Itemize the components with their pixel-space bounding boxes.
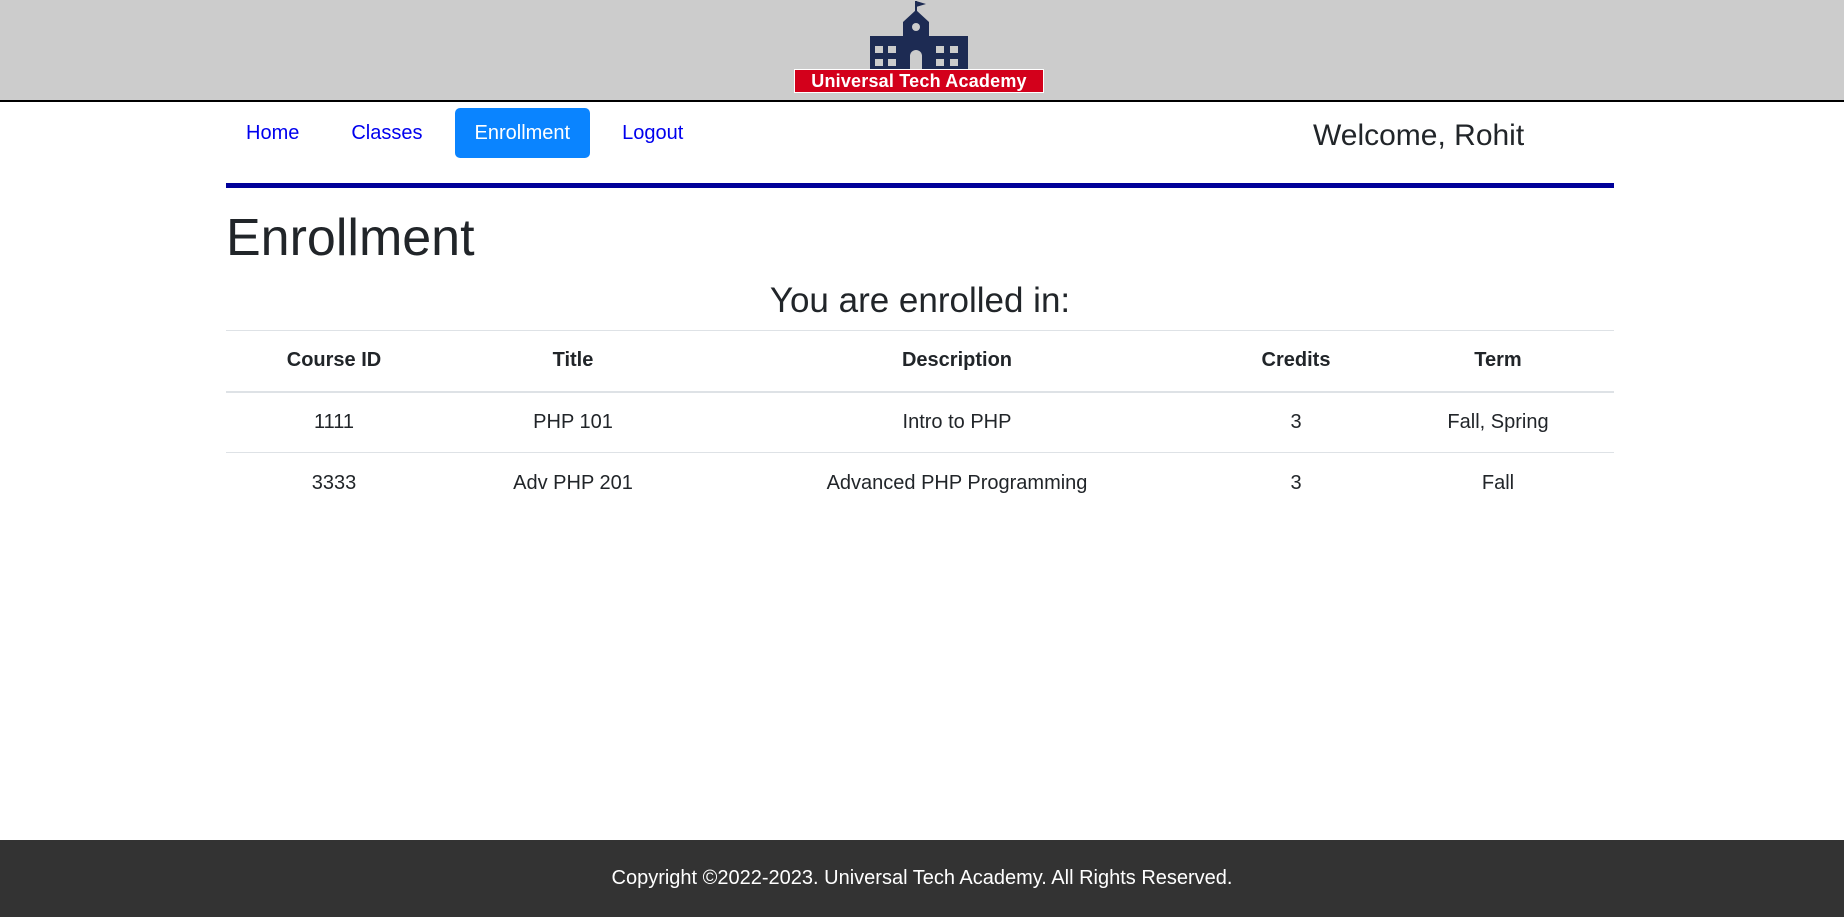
cell-term: Fall, Spring xyxy=(1382,391,1614,453)
cell-course-id: 1111 xyxy=(226,391,442,453)
col-term: Term xyxy=(1382,330,1614,393)
cell-credits: 3 xyxy=(1210,391,1382,453)
site-footer: Copyright ©2022-2023. Universal Tech Aca… xyxy=(0,840,1844,917)
table-row: 3333 Adv PHP 201 Advanced PHP Programmin… xyxy=(226,452,1614,514)
col-title: Title xyxy=(442,330,704,393)
copyright-text: Copyright ©2022-2023. Universal Tech Aca… xyxy=(611,867,1233,889)
col-course-id: Course ID xyxy=(226,330,442,393)
top-banner: Universal Tech Academy xyxy=(0,0,1844,102)
enrollment-table: Course ID Title Description Credits Term… xyxy=(226,330,1614,514)
cell-course-id: 3333 xyxy=(226,452,442,514)
nav-enrollment[interactable]: Enrollment xyxy=(454,108,591,158)
nav-divider xyxy=(226,183,1614,188)
cell-title: Adv PHP 201 xyxy=(442,452,704,514)
nav-home[interactable]: Home xyxy=(226,108,319,158)
cell-term: Fall xyxy=(1382,452,1614,514)
site-logo[interactable]: Universal Tech Academy xyxy=(794,0,1046,94)
table-header-row: Course ID Title Description Credits Term xyxy=(226,330,1614,393)
school-building-icon xyxy=(870,1,968,72)
col-credits: Credits xyxy=(1210,330,1382,393)
page-title: Enrollment xyxy=(226,209,475,267)
nav-logout[interactable]: Logout xyxy=(602,108,703,158)
cell-description: Advanced PHP Programming xyxy=(704,452,1210,514)
table-row: 1111 PHP 101 Intro to PHP 3 Fall, Spring xyxy=(226,391,1614,453)
cell-credits: 3 xyxy=(1210,452,1382,514)
col-description: Description xyxy=(704,330,1210,393)
cell-description: Intro to PHP xyxy=(704,391,1210,453)
cell-title: PHP 101 xyxy=(442,391,704,453)
nav-classes[interactable]: Classes xyxy=(331,108,442,158)
main-nav: Home Classes Enrollment Logout xyxy=(226,108,715,158)
welcome-message: Welcome, Rohit xyxy=(1313,119,1525,152)
logo-text: Universal Tech Academy xyxy=(794,69,1044,93)
enrollment-caption: You are enrolled in: xyxy=(769,281,1071,320)
